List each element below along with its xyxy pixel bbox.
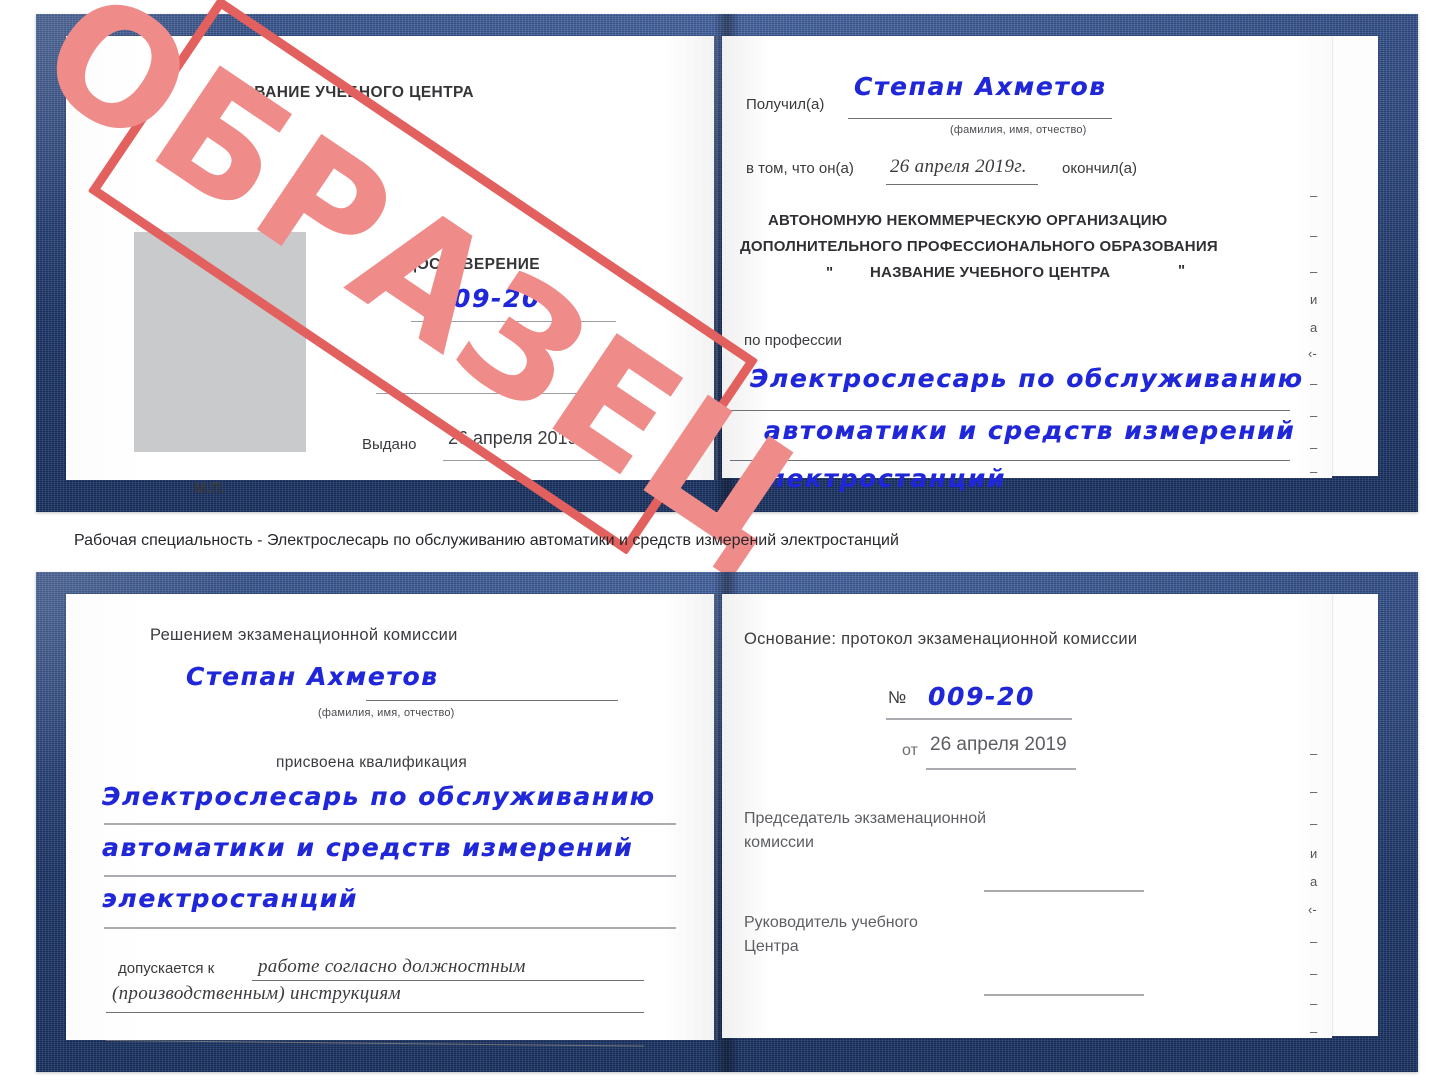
qualification-rule-1	[104, 823, 676, 825]
qualification-rule-2	[104, 875, 676, 877]
certificate-number: 009-20	[434, 284, 541, 313]
qualification-label: присвоена квалификация	[276, 754, 468, 771]
organization-line-2: ДОПОЛНИТЕЛЬНОГО ПРОФЕССИОНАЛЬНОГО ОБРАЗО…	[740, 238, 1218, 255]
head-line-1: Руководитель учебного	[744, 914, 918, 931]
page-bottom-left: Решением экзаменационной комиссии Степан…	[66, 594, 714, 1047]
issued-rule	[443, 460, 621, 461]
margin-fragment: –	[1310, 1024, 1318, 1039]
margin-fragment: –	[1310, 228, 1318, 243]
training-center-name: НАЗВАНИЕ УЧЕБНОГО ЦЕНТРА	[221, 84, 474, 101]
page-gutter-bottom	[715, 594, 718, 1040]
qualification-line-1: Электрослесарь по обслуживанию	[102, 782, 656, 811]
photo-placeholder	[134, 232, 306, 452]
image-caption: Рабочая специальность - Электрослесарь п…	[74, 532, 899, 549]
qualification-line-3: электростанций	[102, 884, 359, 913]
fio-hint-bottom: (фамилия, имя, отчество)	[318, 707, 455, 719]
hidden-page-edge-top	[1332, 36, 1378, 476]
protocol-number-value: 009-20	[928, 682, 1035, 711]
allowed-line-1: работе согласно должностным	[258, 956, 526, 977]
hidden-page-edge-bottom	[1332, 594, 1378, 1036]
margin-fragment: –	[1310, 996, 1318, 1011]
certificate-book-bottom: Решением экзаменационной комиссии Степан…	[36, 572, 1418, 1072]
protocol-date-label: от	[902, 742, 918, 759]
chairman-line-1: Председатель экзаменационной	[744, 810, 987, 827]
in-that-label: в том, что он(а)	[746, 160, 854, 177]
issued-date: 26 апреля 2019	[448, 428, 578, 448]
margin-fragment: –	[1310, 934, 1318, 949]
margin-fragment: –	[1310, 264, 1318, 279]
protocol-number-rule	[886, 718, 1072, 720]
margin-fragment: –	[1310, 816, 1318, 831]
protocol-date-rule	[926, 768, 1076, 770]
allowed-rule-2	[106, 1012, 644, 1013]
issued-label: Выдано	[362, 436, 417, 453]
organization-line-1: АВТОНОМНУЮ НЕКОММЕРЧЕСКУЮ ОРГАНИЗАЦИЮ	[768, 212, 1168, 229]
margin-fragment: и	[1310, 846, 1318, 861]
page-top-left: НАЗВАНИЕ УЧЕБНОГО ЦЕНТРА УДОСТОВЕРЕНИЕ №…	[66, 36, 714, 497]
profession-rule-2	[730, 460, 1290, 461]
margin-fragment: –	[1310, 464, 1318, 479]
allowed-label: допускается к	[118, 960, 215, 977]
certificate-book-top: НАЗВАНИЕ УЧЕБНОГО ЦЕНТРА УДОСТОВЕРЕНИЕ №…	[36, 14, 1418, 512]
profession-label: по профессии	[744, 332, 842, 349]
org-quote-close: "	[1178, 262, 1186, 279]
holder-name: Степан Ахметов	[186, 662, 439, 691]
chairman-line-2: комиссии	[744, 834, 814, 851]
profession-rule-1	[730, 410, 1290, 411]
received-rule	[848, 118, 1112, 119]
head-signature-rule	[984, 994, 1144, 996]
protocol-date-value: 26 апреля 2019	[930, 734, 1067, 755]
margin-fragment: а	[1310, 874, 1318, 889]
allowed-rule-1	[252, 980, 644, 981]
seal-label: М.П.	[194, 480, 226, 497]
number-rule	[411, 321, 616, 322]
blank-rule-1	[376, 393, 624, 394]
profession-line-3: электростанций	[750, 464, 1007, 493]
completion-date-rule	[886, 184, 1038, 185]
margin-fragment: –	[1310, 966, 1318, 981]
fio-hint-top: (фамилия, имя, отчество)	[950, 124, 1087, 136]
finished-label: окончил(а)	[1062, 160, 1137, 177]
number-label: №	[411, 292, 429, 309]
margin-fragment: ‹-	[1308, 902, 1317, 917]
margin-fragment: –	[1310, 746, 1318, 761]
page-gutter-top	[715, 36, 718, 480]
commission-heading: Решением экзаменационной комиссии	[150, 626, 458, 644]
organization-line-3: НАЗВАНИЕ УЧЕБНОГО ЦЕНТРА	[870, 264, 1111, 281]
margin-fragment: ‹-	[1308, 346, 1317, 361]
chairman-signature-rule	[984, 890, 1144, 892]
allowed-line-2: (производственным) инструкциям	[112, 983, 401, 1004]
page-bottom-right: Основание: протокол экзаменационной коми…	[722, 594, 1332, 1039]
margin-fragment: –	[1310, 784, 1318, 799]
protocol-number-label: №	[888, 688, 907, 707]
profession-line-1: Электрослесарь по обслуживанию	[750, 364, 1304, 393]
margin-fragment: –	[1310, 408, 1318, 423]
margin-fragment: и	[1310, 292, 1318, 307]
profession-line-2: автоматики и средств измерений	[764, 416, 1296, 445]
basis-label: Основание: протокол экзаменационной коми…	[744, 630, 1138, 648]
received-label: Получил(а)	[746, 96, 825, 113]
margin-fragment: а	[1310, 320, 1318, 335]
head-line-2: Центра	[744, 938, 799, 955]
completion-date: 26 апреля 2019г.	[890, 156, 1027, 177]
qualification-rule-3	[104, 927, 676, 929]
holder-name-rule	[366, 700, 618, 701]
margin-fragment: –	[1310, 440, 1318, 455]
org-quote-open: "	[826, 264, 834, 281]
page-top-right: Получил(а) Степан Ахметов (фамилия, имя,…	[722, 36, 1332, 493]
certificate-title: УДОСТОВЕРЕНИЕ	[396, 256, 540, 273]
margin-fragment: –	[1310, 188, 1318, 203]
margin-fragment: –	[1310, 376, 1318, 391]
received-name: Степан Ахметов	[854, 72, 1107, 101]
qualification-line-2: автоматики и средств измерений	[102, 833, 634, 862]
